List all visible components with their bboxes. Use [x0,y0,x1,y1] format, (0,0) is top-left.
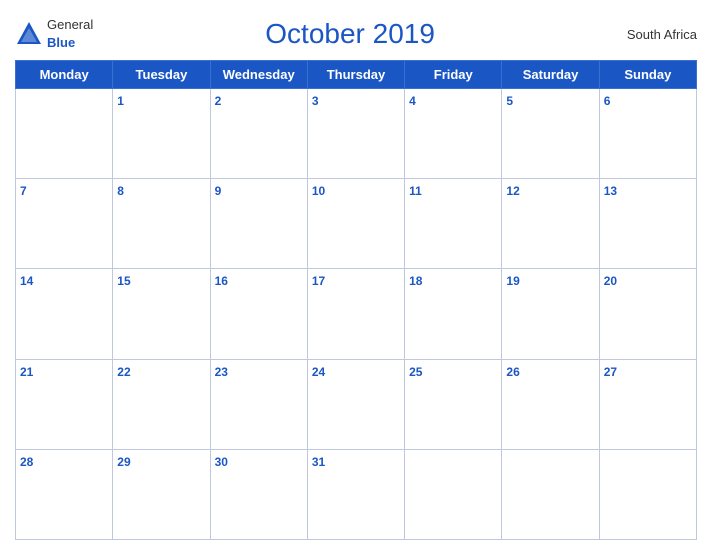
day-number-13: 13 [604,184,617,198]
day-cell-27: 27 [599,359,696,449]
weekday-header-tuesday: Tuesday [113,61,210,89]
day-number-18: 18 [409,274,422,288]
day-cell-16: 16 [210,269,307,359]
day-number-4: 4 [409,94,416,108]
day-number-9: 9 [215,184,222,198]
day-number-17: 17 [312,274,325,288]
day-number-19: 19 [506,274,519,288]
day-cell-4: 4 [405,89,502,179]
day-number-1: 1 [117,94,124,108]
day-cell-24: 24 [307,359,404,449]
logo: General Blue [15,16,93,52]
empty-cell [16,89,113,179]
day-number-20: 20 [604,274,617,288]
day-number-31: 31 [312,455,325,469]
logo-blue-text: Blue [47,35,75,50]
day-cell-3: 3 [307,89,404,179]
day-cell-23: 23 [210,359,307,449]
day-number-23: 23 [215,365,228,379]
day-number-28: 28 [20,455,33,469]
day-cell-1: 1 [113,89,210,179]
day-number-25: 25 [409,365,422,379]
weekday-header-thursday: Thursday [307,61,404,89]
week-row-5: 28 29 30 31 [16,449,697,539]
logo-text: General Blue [47,16,93,52]
day-cell-25: 25 [405,359,502,449]
day-number-7: 7 [20,184,27,198]
day-cell-29: 29 [113,449,210,539]
calendar-table: MondayTuesdayWednesdayThursdayFridaySatu… [15,60,697,540]
day-cell-2: 2 [210,89,307,179]
day-number-14: 14 [20,274,33,288]
day-number-16: 16 [215,274,228,288]
day-number-3: 3 [312,94,319,108]
weekday-header-friday: Friday [405,61,502,89]
day-cell-14: 14 [16,269,113,359]
day-number-29: 29 [117,455,130,469]
day-cell-18: 18 [405,269,502,359]
logo-general-text: General [47,17,93,32]
day-cell-15: 15 [113,269,210,359]
day-cell-9: 9 [210,179,307,269]
empty-cell [599,449,696,539]
week-row-2: 7 8 9 10 11 12 13 [16,179,697,269]
logo-icon [15,20,43,48]
day-number-10: 10 [312,184,325,198]
calendar-header: General Blue October 2019 South Africa [15,10,697,54]
week-row-3: 14 15 16 17 18 19 20 [16,269,697,359]
week-row-1: 1 2 3 4 5 6 [16,89,697,179]
day-cell-8: 8 [113,179,210,269]
day-cell-19: 19 [502,269,599,359]
day-cell-28: 28 [16,449,113,539]
day-cell-12: 12 [502,179,599,269]
day-number-27: 27 [604,365,617,379]
day-cell-20: 20 [599,269,696,359]
day-cell-11: 11 [405,179,502,269]
week-row-4: 21 22 23 24 25 26 27 [16,359,697,449]
weekday-header-row: MondayTuesdayWednesdayThursdayFridaySatu… [16,61,697,89]
weekday-header-wednesday: Wednesday [210,61,307,89]
day-number-21: 21 [20,365,33,379]
day-cell-30: 30 [210,449,307,539]
day-number-22: 22 [117,365,130,379]
weekday-header-sunday: Sunday [599,61,696,89]
day-number-11: 11 [409,184,422,198]
day-number-15: 15 [117,274,130,288]
day-cell-17: 17 [307,269,404,359]
day-cell-22: 22 [113,359,210,449]
country-label: South Africa [607,27,697,42]
day-number-24: 24 [312,365,325,379]
day-cell-5: 5 [502,89,599,179]
day-number-5: 5 [506,94,513,108]
empty-cell [405,449,502,539]
empty-cell [502,449,599,539]
day-cell-21: 21 [16,359,113,449]
day-cell-13: 13 [599,179,696,269]
day-cell-26: 26 [502,359,599,449]
day-cell-7: 7 [16,179,113,269]
day-number-6: 6 [604,94,611,108]
day-number-12: 12 [506,184,519,198]
day-number-30: 30 [215,455,228,469]
day-number-2: 2 [215,94,222,108]
day-cell-31: 31 [307,449,404,539]
day-cell-10: 10 [307,179,404,269]
month-title: October 2019 [93,18,607,50]
day-number-8: 8 [117,184,124,198]
day-number-26: 26 [506,365,519,379]
day-cell-6: 6 [599,89,696,179]
weekday-header-monday: Monday [16,61,113,89]
weekday-header-saturday: Saturday [502,61,599,89]
